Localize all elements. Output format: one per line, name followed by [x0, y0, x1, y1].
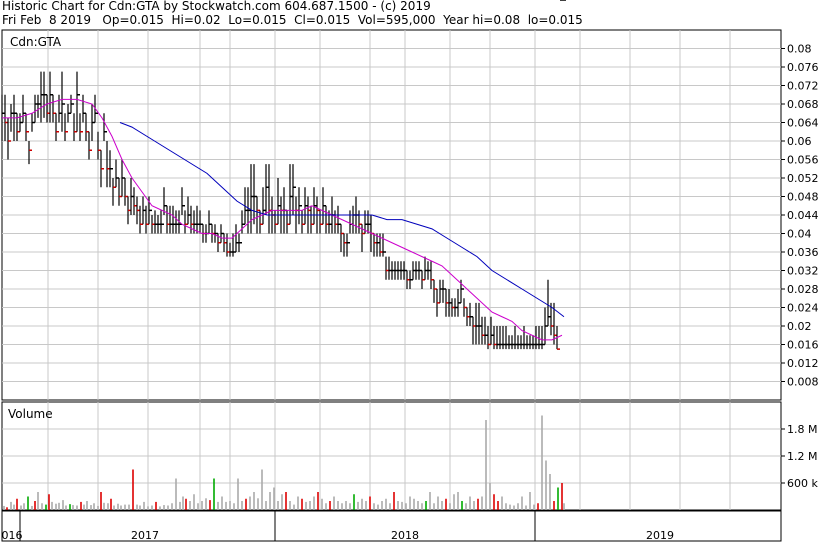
price-tick-label: 0.008: [787, 376, 819, 389]
volume-tick-label: 1.8 M: [787, 423, 817, 436]
price-tick-label: 0.04: [787, 228, 812, 241]
price-tick-label: 0.016: [787, 339, 819, 352]
volume-axis-ticks: 1.8 M 1.2 M 600 k: [781, 423, 818, 490]
price-tick-label: 0.068: [787, 98, 819, 111]
volume-tick-label: 600 k: [787, 477, 818, 490]
price-tick-label: 0.044: [787, 209, 819, 222]
price-tick-label: 0.036: [787, 246, 819, 259]
date-axis-label: 2019: [646, 529, 674, 542]
price-tick-label: 0.056: [787, 154, 819, 167]
price-tick-label: 0.032: [787, 265, 819, 278]
stock-chart: 0.08 0.076 0.072 0.068 0.064 0.06 0.056 0.052 0.…: [1, 0, 819, 542]
price-tick-label: 0.076: [787, 61, 819, 74]
price-tick-label: 0.02: [787, 320, 812, 333]
price-tick-label: 0.028: [787, 283, 819, 296]
price-tick-label: 0.048: [787, 191, 819, 204]
price-tick-label: 0.06: [787, 135, 812, 148]
date-axis-label: 2017: [131, 529, 159, 542]
price-panel-title: Cdn:GTA: [10, 35, 62, 49]
date-axis-label: 2018: [391, 529, 419, 542]
date-axis-label: 016: [2, 529, 23, 542]
price-tick-label: 0.012: [787, 357, 819, 370]
price-tick-label: 0.024: [787, 302, 819, 315]
price-axis-ticks: 0.08 0.076 0.072 0.068 0.064 0.06 0.056 0.052 0.…: [781, 43, 819, 389]
price-tick-label: 0.08: [787, 43, 812, 56]
volume-panel-title: Volume: [8, 407, 53, 421]
volume-tick-label: 1.2 M: [787, 450, 817, 463]
price-tick-label: 0.064: [787, 117, 819, 130]
price-tick-label: 0.052: [787, 172, 819, 185]
price-tick-label: 0.072: [787, 80, 819, 93]
